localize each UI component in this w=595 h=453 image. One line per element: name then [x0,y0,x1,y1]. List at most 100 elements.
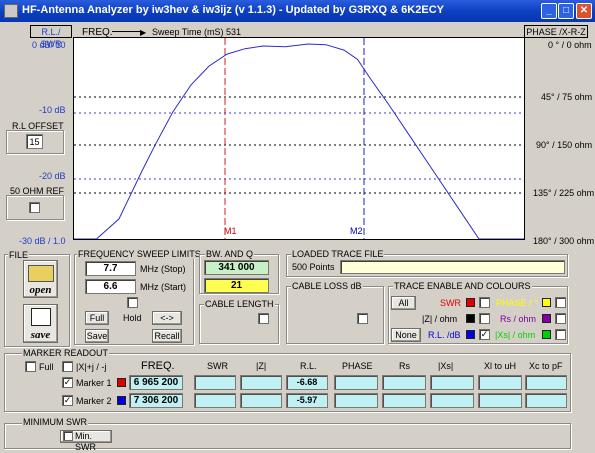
trace-rs-color[interactable] [542,314,551,323]
bandwidth-value: 341 000 [204,260,269,275]
stop-frequency-input[interactable]: 7.7 [85,261,136,276]
marker-2-freq: 7 306 200 [129,393,183,408]
title-bar: HF-Antenna Analyzer by iw3hev & iw3ijz (… [0,0,595,22]
rl-offset-input[interactable]: 15 [26,134,43,149]
marker-2-xc-pf [525,393,567,408]
trace-z-checkbox[interactable] [479,313,490,324]
trace-rl-label: R.L. /dB [428,330,461,340]
trace-rs-label: Rs / ohm [500,314,537,324]
left-axis-label-2: -20 dB [39,171,66,181]
marker-1-freq: 6 965 200 [129,375,183,390]
marker-1-checkbox[interactable]: ✓ [62,377,73,388]
rl-swr-mode-button[interactable]: R.L./ SWR [30,25,72,49]
marker-1-xc-pf [525,375,567,390]
marker-1-z [240,375,282,390]
trace-phase-color[interactable] [542,298,551,307]
save-file-button[interactable]: save [23,304,58,343]
left-axis-label-0: 0 dB/ 10 [32,40,66,50]
cable-length-checkbox[interactable] [258,313,269,324]
trace-enable-title: TRACE ENABLE AND COLOURS [393,281,532,291]
close-button[interactable]: ✕ [576,3,592,19]
open-button-label: open [29,284,52,296]
hold-label: Hold [123,313,142,323]
full-readout-label: Full [39,362,54,372]
recall-button[interactable]: Recall [152,329,182,343]
bw-q-title: BW. AND Q [205,249,255,259]
marker-2-xs [430,393,474,408]
marker-1-label-text: Marker 1 [76,378,112,388]
cable-loss-group [286,286,384,344]
marker-2-phase [334,393,378,408]
marker-2-xl-uh [478,393,522,408]
marker-1-swr [194,375,236,390]
trace-xs-color[interactable] [542,330,551,339]
swap-button[interactable]: <-> [152,311,182,325]
hold-checkbox[interactable] [127,297,138,308]
floppy-icon [31,308,51,326]
ohm-ref-checkbox[interactable] [29,202,40,213]
marker-2-swr [194,393,236,408]
trace-all-button[interactable]: All [391,296,416,310]
full-readout-checkbox[interactable] [25,361,36,372]
right-axis-label-1: 45° / 75 ohm [541,92,593,102]
save-button[interactable]: Save [85,329,109,343]
cable-length-group [199,304,279,344]
col-swr: SWR [207,361,228,371]
start-frequency-input[interactable]: 6.6 [85,279,136,294]
marker-2-rs [382,393,426,408]
start-unit-label: MHz (Start) [140,282,186,292]
trace-xs-label: |Xs| / ohm [495,330,536,340]
points-label: 500 Points [292,262,335,272]
marker-2-label: M2 [350,226,363,236]
minimize-button[interactable]: _ [541,3,557,19]
marker-readout-title: MARKER READOUT [22,348,110,358]
marker-2-color[interactable] [117,396,126,405]
trace-swr-label: SWR [440,298,461,308]
trace-z-color[interactable] [466,314,475,323]
marker-1-label: M1 [224,226,237,236]
trace-phase-checkbox[interactable] [555,297,566,308]
trace-rl-checkbox[interactable]: ✓ [479,329,490,340]
marker-1-color[interactable] [117,378,126,387]
trace-rs-checkbox[interactable] [555,313,566,324]
left-axis-label-3: -30 dB / 1.0 [19,236,66,246]
folder-icon [28,265,54,282]
right-axis-label-0: 0 ° / 0 ohm [548,40,592,50]
minimum-swr-title: MINIMUM SWR [22,417,88,427]
open-button[interactable]: open [23,260,58,298]
app-icon [4,4,18,18]
marker-1-rs [382,375,426,390]
min-swr-label: Min. SWR [75,431,96,452]
maximize-button[interactable]: □ [558,3,574,19]
trace-phase-label: PHASE / ° [496,298,538,308]
marker-2-checkbox[interactable]: ✓ [62,395,73,406]
marker-1-phase [334,375,378,390]
trace-xs-checkbox[interactable] [555,329,566,340]
marker-1-xl-uh [478,375,522,390]
full-button[interactable]: Full [85,311,109,325]
col-rs: Rs [399,361,410,371]
trace-swr-checkbox[interactable] [479,297,490,308]
marker-2-z [240,393,282,408]
trace-rl-color[interactable] [466,330,475,339]
cable-length-title: CABLE LENGTH [204,299,275,309]
trace-none-button[interactable]: None [391,328,421,342]
plot-svg [74,38,524,239]
min-swr-checkbox[interactable] [63,431,73,441]
marker-1-rl: -6.68 [286,375,328,390]
window-title: HF-Antenna Analyzer by iw3hev & iw3ijz (… [22,4,444,16]
arrow-right-icon: ▶ [140,28,147,37]
phase-mode-button[interactable]: PHASE /X-R-Z [524,25,588,38]
right-axis-label-3: 135° / 225 ohm [533,188,595,198]
col-phase: PHASE [342,361,373,371]
stop-unit-label: MHz (Stop) [140,264,186,274]
marker-2-label-text: Marker 2 [76,396,112,406]
min-swr-button[interactable]: Min. SWR [60,430,112,452]
trace-swr-color[interactable] [466,298,475,307]
marker-1-xs [430,375,474,390]
sweep-title: FREQUENCY SWEEP LIMITS [77,249,202,259]
col-freq: FREQ. [141,360,175,372]
cable-loss-checkbox[interactable] [357,313,368,324]
plot-area[interactable]: M1 M2 [73,37,525,240]
sign-checkbox[interactable] [62,361,73,372]
